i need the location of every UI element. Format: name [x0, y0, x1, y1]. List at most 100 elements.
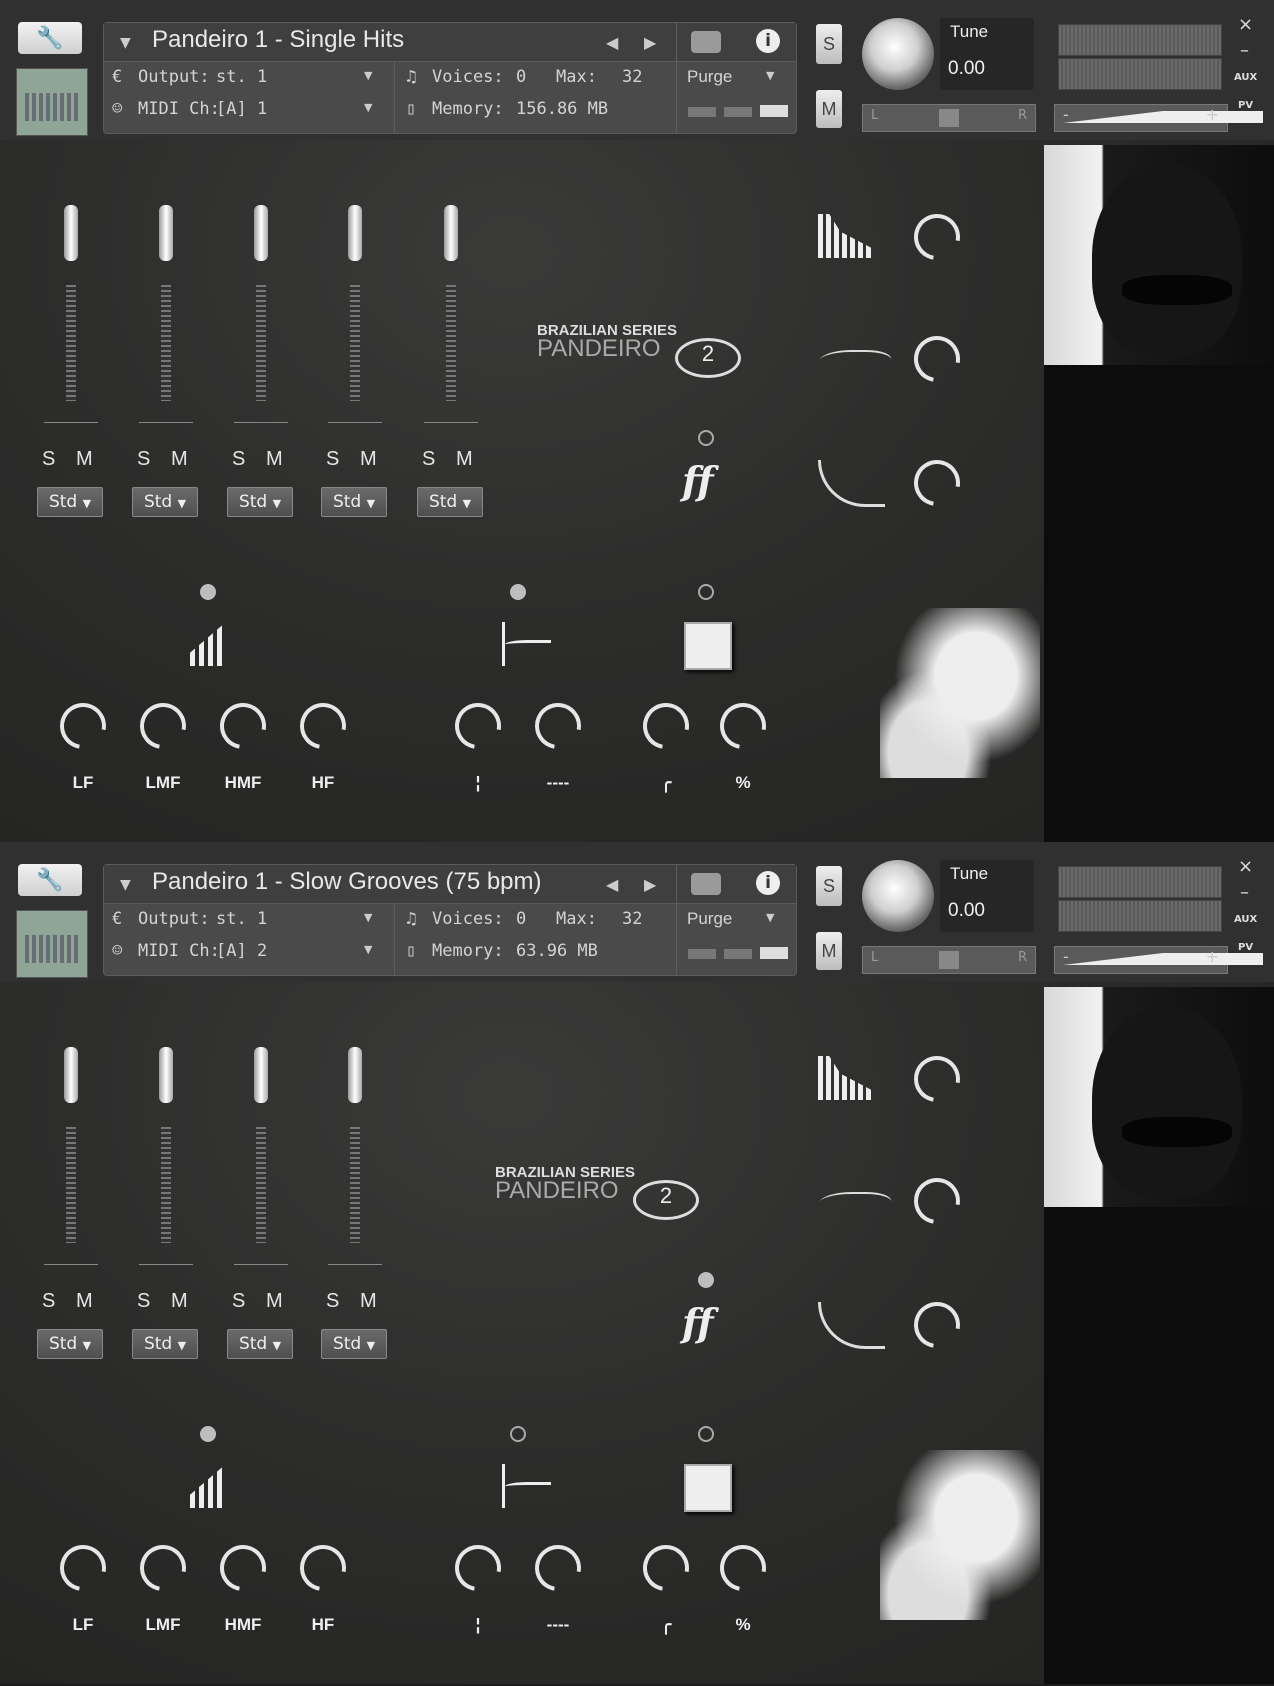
pan-handle[interactable] — [939, 951, 959, 969]
solo-button[interactable]: S — [232, 448, 246, 471]
aux-button[interactable]: AUX — [1234, 72, 1257, 83]
volume-fader[interactable] — [446, 285, 456, 401]
tune-knob[interactable] — [862, 18, 934, 90]
chevron-down-icon[interactable]: ▼ — [364, 943, 372, 956]
solo-button[interactable]: S — [232, 1290, 246, 1313]
volume-slider[interactable]: - + — [1054, 946, 1263, 974]
mute-button[interactable]: M — [76, 1290, 94, 1313]
midi-value[interactable]: [A] 2 — [216, 941, 267, 961]
fx-knob[interactable] — [633, 693, 699, 759]
info-icon[interactable]: i — [756, 29, 780, 53]
eq-knob[interactable] — [290, 693, 356, 759]
mode-dropdown[interactable]: Std ▼ — [321, 1329, 387, 1359]
prev-arrow-icon[interactable]: ◀ — [606, 33, 618, 52]
volume-fader[interactable] — [161, 285, 171, 401]
volume-fader[interactable] — [256, 285, 266, 401]
volume-fader[interactable] — [256, 1127, 266, 1243]
eq-knob[interactable] — [50, 693, 116, 759]
camera-icon[interactable] — [691, 873, 721, 895]
max-value[interactable]: 32 — [622, 909, 642, 929]
wrench-icon[interactable]: 🔧 — [18, 864, 82, 896]
fx-knob[interactable] — [525, 1535, 591, 1601]
pan-slider[interactable]: L R — [862, 946, 1036, 974]
reverb-toggle[interactable] — [698, 584, 714, 600]
instrument-thumbnail[interactable] — [16, 910, 88, 978]
eq-knob[interactable] — [210, 1535, 276, 1601]
solo-button[interactable]: S — [422, 448, 436, 471]
solo-button[interactable]: S — [816, 24, 842, 64]
eq-knob[interactable] — [130, 1535, 196, 1601]
mute-button[interactable]: M — [360, 448, 378, 471]
mute-button[interactable]: M — [171, 448, 189, 471]
volume-fader[interactable] — [66, 285, 76, 401]
mode-dropdown[interactable]: Std ▼ — [132, 487, 198, 517]
info-icon[interactable]: i — [756, 871, 780, 895]
eq-knob[interactable] — [50, 1535, 116, 1601]
close-button[interactable]: × — [1238, 856, 1253, 877]
volume-fader[interactable] — [350, 1127, 360, 1243]
tune-value[interactable]: 0.00 — [948, 900, 985, 922]
fx-knob[interactable] — [445, 693, 511, 759]
reverb-toggle[interactable] — [698, 1426, 714, 1442]
aux-button[interactable]: AUX — [1234, 914, 1257, 925]
solo-button[interactable]: S — [326, 448, 340, 471]
mode-dropdown[interactable]: Std ▼ — [37, 1329, 103, 1359]
fx-knob[interactable] — [710, 1535, 776, 1601]
chevron-down-icon[interactable]: ▼ — [364, 101, 372, 114]
mute-button[interactable]: M — [456, 448, 474, 471]
chevron-down-icon[interactable]: ▼ — [120, 877, 131, 893]
dynamics-toggle[interactable] — [698, 1272, 714, 1288]
mute-button[interactable]: M — [816, 90, 842, 128]
mode-dropdown[interactable]: Std ▼ — [227, 487, 293, 517]
camera-icon[interactable] — [691, 31, 721, 53]
pv-button[interactable]: PV — [1238, 942, 1253, 953]
decay-knob[interactable] — [904, 204, 970, 270]
decay-knob[interactable] — [904, 1046, 970, 1112]
prev-arrow-icon[interactable]: ◀ — [606, 875, 618, 894]
mute-button[interactable]: M — [266, 448, 284, 471]
max-value[interactable]: 32 — [622, 67, 642, 87]
instrument-title[interactable]: Pandeiro 1 - Single Hits — [152, 26, 404, 54]
mode-dropdown[interactable]: Std ▼ — [132, 1329, 198, 1359]
mute-button[interactable]: M — [171, 1290, 189, 1313]
solo-button[interactable]: S — [42, 448, 56, 471]
sample-knob[interactable] — [904, 326, 970, 392]
chevron-down-icon[interactable]: ▼ — [364, 69, 372, 82]
solo-button[interactable]: S — [816, 866, 842, 906]
fx-knob[interactable] — [633, 1535, 699, 1601]
output-value[interactable]: st. 1 — [216, 67, 267, 87]
tune-value[interactable]: 0.00 — [948, 58, 985, 80]
fx-knob[interactable] — [525, 693, 591, 759]
output-value[interactable]: st. 1 — [216, 909, 267, 929]
eq-knob[interactable] — [290, 1535, 356, 1601]
volume-fader[interactable] — [350, 285, 360, 401]
solo-button[interactable]: S — [137, 448, 151, 471]
eq-knob[interactable] — [130, 693, 196, 759]
transient-toggle[interactable] — [510, 584, 526, 600]
purge-button[interactable]: Purge — [687, 909, 732, 929]
pv-button[interactable]: PV — [1238, 100, 1253, 111]
tune-knob[interactable] — [862, 860, 934, 932]
midi-value[interactable]: [A] 1 — [216, 99, 267, 119]
sample-knob[interactable] — [904, 1168, 970, 1234]
next-arrow-icon[interactable]: ▶ — [644, 875, 656, 894]
solo-button[interactable]: S — [42, 1290, 56, 1313]
eq-toggle[interactable] — [200, 1426, 216, 1442]
dynamics-toggle[interactable] — [698, 430, 714, 446]
volume-fader[interactable] — [161, 1127, 171, 1243]
mute-button[interactable]: M — [816, 932, 842, 970]
eq-toggle[interactable] — [200, 584, 216, 600]
chevron-down-icon[interactable]: ▼ — [364, 911, 372, 924]
release-knob[interactable] — [904, 450, 970, 516]
minimize-button[interactable]: – — [1240, 40, 1249, 61]
wrench-icon[interactable]: 🔧 — [18, 22, 82, 54]
fx-knob[interactable] — [710, 693, 776, 759]
minimize-button[interactable]: – — [1240, 882, 1249, 903]
solo-button[interactable]: S — [326, 1290, 340, 1313]
next-arrow-icon[interactable]: ▶ — [644, 33, 656, 52]
mode-dropdown[interactable]: Std ▼ — [417, 487, 483, 517]
pan-handle[interactable] — [939, 109, 959, 127]
eq-knob[interactable] — [210, 693, 276, 759]
transient-toggle[interactable] — [510, 1426, 526, 1442]
mode-dropdown[interactable]: Std ▼ — [227, 1329, 293, 1359]
